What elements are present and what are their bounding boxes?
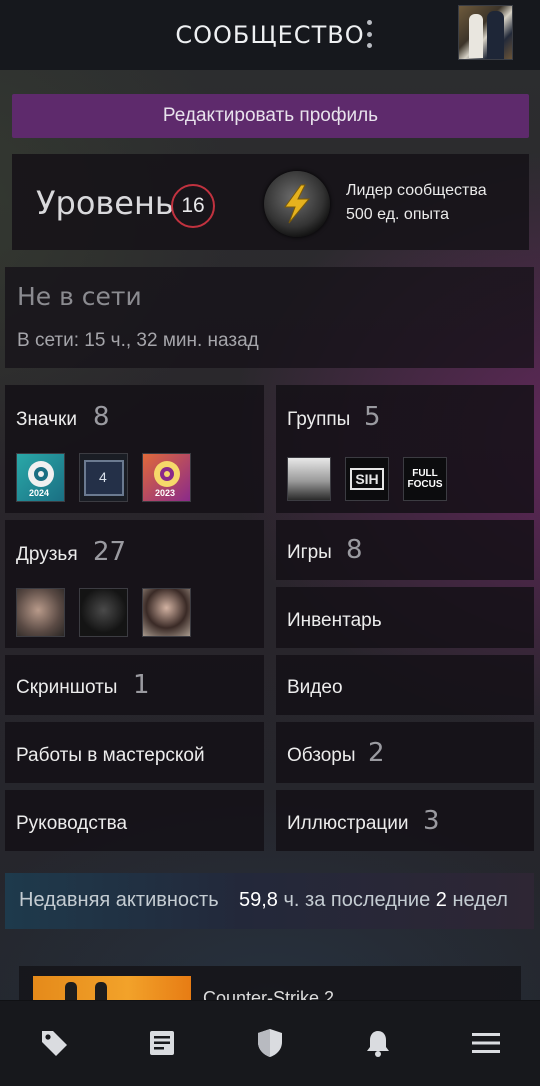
- bell-icon[interactable]: [356, 1023, 400, 1063]
- friend-avatar[interactable]: [16, 588, 65, 637]
- online-status: Не в сети: [17, 282, 142, 311]
- recent-activity-label: Недавняя активность: [19, 889, 219, 911]
- badge-2023-thumb[interactable]: 2023: [142, 453, 191, 502]
- groups-count: 5: [364, 402, 381, 432]
- videos-tile[interactable]: Видео: [276, 655, 534, 715]
- tag-icon[interactable]: [32, 1023, 76, 1063]
- edit-profile-button[interactable]: Редактировать профиль: [12, 94, 529, 138]
- level-badge: 16: [171, 184, 215, 228]
- reviews-tile[interactable]: Обзоры 2: [276, 722, 534, 783]
- profile-content: Редактировать профиль Уровень 16 Лидер с…: [0, 70, 540, 1006]
- online-status-card: Не в сети В сети: 15 ч., 32 мин. назад: [5, 267, 534, 368]
- recent-activity-header: Недавняя активность 59,8 ч. за последние…: [5, 873, 534, 929]
- games-label: Игры: [287, 542, 332, 563]
- badge-xp: 500 ед. опыта: [346, 206, 450, 223]
- news-icon[interactable]: [140, 1023, 184, 1063]
- user-avatar[interactable]: [458, 5, 513, 60]
- shield-icon[interactable]: [248, 1023, 292, 1063]
- badge-2024-thumb[interactable]: 2024: [16, 453, 65, 502]
- community-leader-badge-icon: [264, 171, 330, 237]
- group-fullfocus-thumb[interactable]: FULL FOCUS: [403, 457, 447, 501]
- badges-label: Значки: [16, 409, 77, 430]
- level-card[interactable]: Уровень 16 Лидер сообщества 500 ед. опыт…: [12, 154, 529, 250]
- friend-avatar[interactable]: [142, 588, 191, 637]
- recent-activity-hours: 59,8 ч. за последние 2 недел: [239, 889, 508, 911]
- friend-avatars: [16, 588, 191, 637]
- group-thumbs: SIH FULL FOCUS: [287, 457, 447, 501]
- screenshots-tile[interactable]: Скриншоты 1: [5, 655, 264, 715]
- guides-tile[interactable]: Руководства: [5, 790, 264, 851]
- hamburger-menu-icon[interactable]: [464, 1023, 508, 1063]
- page-title: СООБЩЕСТВО: [175, 21, 365, 49]
- artwork-tile[interactable]: Иллюстрации 3: [276, 790, 534, 851]
- kebab-menu-icon[interactable]: [362, 20, 376, 48]
- group-photo-thumb[interactable]: [287, 457, 331, 501]
- reviews-label: Обзоры: [287, 745, 356, 766]
- groups-tile[interactable]: Группы 5 SIH FULL FOCUS: [276, 385, 534, 513]
- friends-label: Друзья: [16, 544, 78, 565]
- screenshots-label: Скриншоты: [16, 677, 118, 698]
- badge-title: Лидер сообщества: [346, 182, 487, 199]
- bottom-nav: [0, 1000, 540, 1086]
- workshop-tile[interactable]: Работы в мастерской: [5, 722, 264, 783]
- top-bar: СООБЩЕСТВО: [0, 0, 540, 70]
- screenshots-count: 1: [133, 670, 150, 700]
- level-label: Уровень: [36, 184, 174, 222]
- badges-count: 8: [93, 402, 110, 432]
- inventory-label: Инвентарь: [287, 610, 382, 631]
- artwork-label: Иллюстрации: [287, 813, 409, 834]
- friends-tile[interactable]: Друзья 27: [5, 520, 264, 648]
- games-tile[interactable]: Игры 8: [276, 520, 534, 580]
- badge-level-thumb[interactable]: 4: [79, 453, 128, 502]
- artwork-count: 3: [423, 806, 440, 836]
- group-sih-thumb[interactable]: SIH: [345, 457, 389, 501]
- workshop-label: Работы в мастерской: [16, 745, 205, 766]
- groups-label: Группы: [287, 409, 351, 430]
- guides-label: Руководства: [16, 813, 128, 834]
- last-seen: В сети: 15 ч., 32 мин. назад: [17, 330, 259, 351]
- games-count: 8: [346, 535, 363, 565]
- friends-count: 27: [93, 537, 127, 567]
- friend-avatar[interactable]: [79, 588, 128, 637]
- inventory-tile[interactable]: Инвентарь: [276, 587, 534, 648]
- badge-thumbs: 2024 4 2023: [16, 453, 191, 502]
- videos-label: Видео: [287, 677, 343, 698]
- reviews-count: 2: [368, 738, 385, 768]
- badges-tile[interactable]: Значки 8 2024 4 2023: [5, 385, 264, 513]
